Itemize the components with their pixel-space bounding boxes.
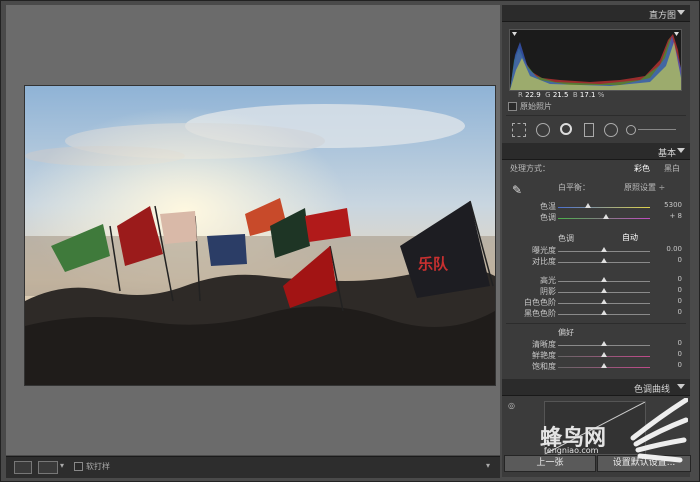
watermark-url: fengniao.com	[544, 446, 599, 455]
original-photo-checkbox[interactable]	[508, 102, 517, 111]
graduated-filter-icon[interactable]	[584, 123, 594, 137]
treatment-label: 处理方式：	[510, 164, 550, 173]
tint-label: 色调	[540, 213, 556, 222]
basic-title: 基本	[657, 149, 676, 159]
shadows-knob[interactable]	[601, 288, 607, 293]
vibrance-knob[interactable]	[601, 352, 607, 357]
exposure-knob[interactable]	[601, 247, 607, 252]
shadows-value[interactable]: 0	[654, 286, 682, 294]
bottom-toolbar: ▾ 软打样 ▾	[6, 456, 500, 478]
whites-value[interactable]: 0	[654, 297, 682, 305]
festival-photo: 乐队	[25, 86, 495, 385]
clarity-label: 清晰度	[532, 340, 556, 349]
tint-value[interactable]: + 8	[654, 212, 682, 220]
wb-select[interactable]: 原照设置 ÷	[624, 182, 665, 193]
view-options-chevron-icon[interactable]: ▾	[60, 461, 64, 470]
watermark-logo	[630, 398, 688, 463]
histogram-title: 直方图	[648, 11, 676, 21]
exposure-label: 曝光度	[532, 246, 556, 255]
target-adjust-icon[interactable]: ◎	[508, 401, 515, 410]
temp-slider[interactable]	[558, 207, 650, 208]
exposure-value[interactable]: 0.00	[654, 245, 682, 253]
treatment-color-option[interactable]: 彩色	[634, 163, 650, 174]
temp-value[interactable]: 5300	[654, 201, 682, 209]
saturation-label: 饱和度	[532, 362, 556, 371]
soft-proof-label: 软打样	[86, 462, 110, 471]
tint-knob[interactable]	[603, 214, 609, 219]
highlights-knob[interactable]	[601, 277, 607, 282]
previous-button[interactable]: 上一张	[504, 455, 596, 472]
divider	[506, 115, 686, 116]
collapse-triangle-icon[interactable]	[677, 10, 685, 15]
red-eye-icon[interactable]	[560, 123, 572, 135]
collapse-triangle-icon[interactable]	[677, 384, 685, 389]
histogram-plot	[510, 32, 681, 90]
saturation-value[interactable]: 0	[654, 361, 682, 369]
shadows-label: 阴影	[540, 287, 556, 296]
basic-panel-header[interactable]: 基本	[502, 143, 690, 160]
radial-filter-icon[interactable]	[604, 123, 618, 137]
clarity-value[interactable]: 0	[654, 339, 682, 347]
saturation-knob[interactable]	[601, 363, 607, 368]
photo-preview[interactable]: 乐队	[24, 85, 496, 386]
crop-tool-icon[interactable]	[512, 123, 526, 137]
wb-label: 白平衡：	[558, 183, 590, 192]
spot-removal-icon[interactable]	[536, 123, 550, 137]
svg-text:乐队: 乐队	[418, 255, 449, 273]
auto-tone-button[interactable]: 自动	[622, 232, 638, 243]
treatment-bw-option[interactable]: 黑白	[664, 163, 680, 174]
original-photo-label: 原始照片	[520, 102, 552, 111]
histogram-graph[interactable]	[509, 29, 682, 91]
divider	[506, 323, 686, 324]
vibrance-label: 鲜艳度	[532, 351, 556, 360]
tone-curve-title: 色调曲线	[633, 385, 670, 395]
contrast-value[interactable]: 0	[654, 256, 682, 264]
before-after-button[interactable]	[38, 461, 58, 474]
adjustment-brush-slider[interactable]	[626, 123, 676, 135]
wb-eyedropper-icon[interactable]: ✎	[512, 183, 522, 197]
highlights-value[interactable]: 0	[654, 275, 682, 283]
clarity-knob[interactable]	[601, 341, 607, 346]
rgb-readout: R 22.9 G 21.5 B 17.1 %	[518, 91, 605, 99]
collapse-triangle-icon[interactable]	[677, 148, 685, 153]
toolbar-menu-chevron-icon[interactable]: ▾	[486, 461, 490, 470]
temp-label: 色温	[540, 202, 556, 211]
whites-knob[interactable]	[601, 299, 607, 304]
histogram-header[interactable]: 直方图	[502, 5, 690, 22]
blacks-label: 黑色色阶	[524, 309, 556, 318]
soft-proof-checkbox[interactable]	[74, 462, 83, 471]
blacks-knob[interactable]	[601, 310, 607, 315]
tone-curve-header[interactable]: 色调曲线	[502, 379, 690, 396]
highlights-label: 高光	[540, 276, 556, 285]
contrast-knob[interactable]	[601, 258, 607, 263]
image-canvas[interactable]: 乐队	[6, 5, 500, 455]
temp-knob[interactable]	[585, 203, 591, 208]
loupe-view-button[interactable]	[14, 461, 32, 474]
presence-section-label: 偏好	[558, 328, 574, 337]
vibrance-value[interactable]: 0	[654, 350, 682, 358]
contrast-label: 对比度	[532, 257, 556, 266]
whites-label: 白色色阶	[524, 298, 556, 307]
blacks-value[interactable]: 0	[654, 308, 682, 316]
